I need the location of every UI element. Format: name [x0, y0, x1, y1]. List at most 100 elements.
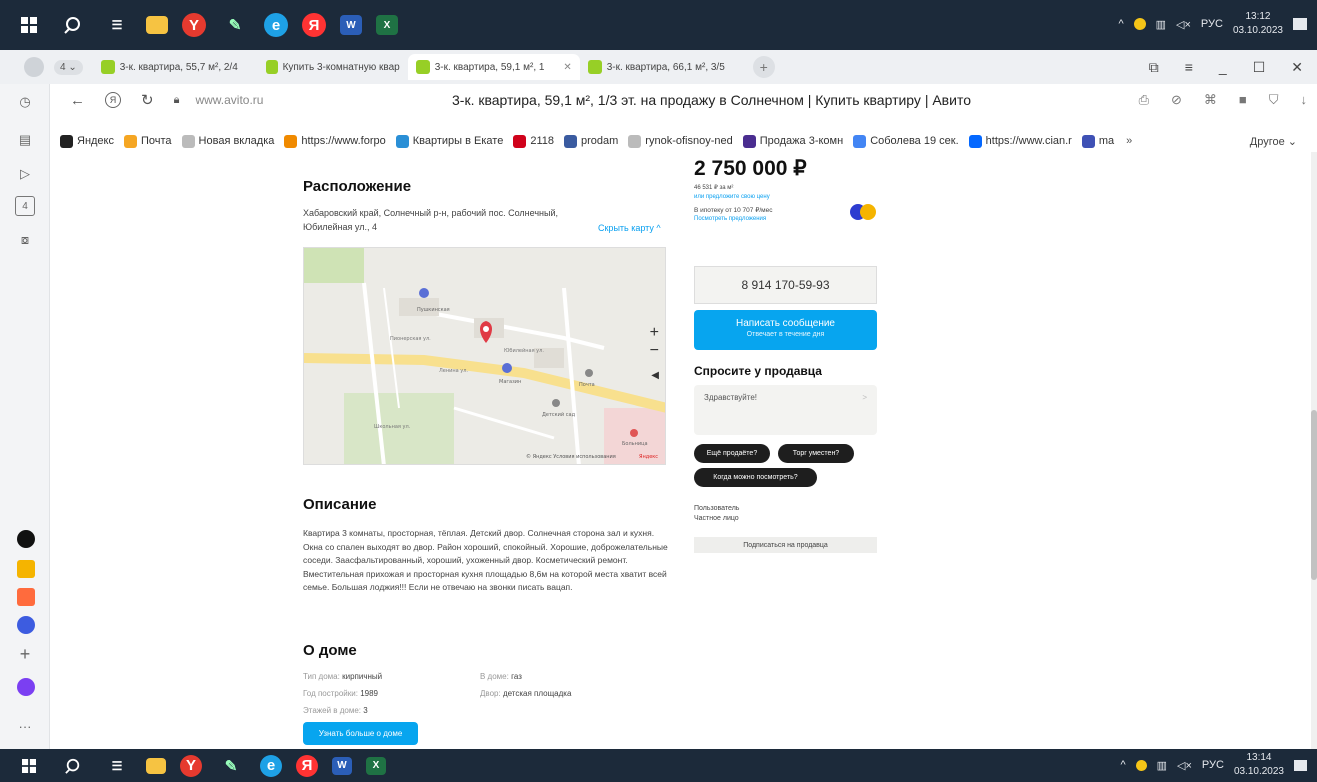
new-tab-button[interactable]: +: [752, 56, 775, 78]
quick-question-chip[interactable]: Ещё продаёте?: [694, 444, 770, 463]
tray-arrow-icon[interactable]: ^: [1120, 759, 1125, 771]
volume-icon[interactable]: ◁×: [1176, 18, 1191, 31]
yandex-app-icon[interactable]: [17, 530, 35, 548]
bookmark-item[interactable]: Почта: [124, 134, 172, 148]
bookmark-icon[interactable]: ■: [1239, 92, 1247, 108]
bookmarks-other[interactable]: Другое ⌄: [1250, 135, 1297, 148]
windows-start-icon[interactable]: [14, 751, 44, 781]
tab-3-active[interactable]: 3-к. квартира, 59,1 м², 1 ✕: [407, 54, 580, 80]
file-explorer-icon[interactable]: [146, 16, 168, 34]
mail-app-icon[interactable]: [17, 588, 35, 606]
zoom-out-button[interactable]: −: [650, 342, 659, 360]
excel-icon[interactable]: X: [376, 15, 398, 35]
more-icon[interactable]: ···: [15, 716, 35, 736]
edge-icon[interactable]: e: [264, 13, 288, 37]
network-icon[interactable]: ▥: [1156, 18, 1166, 31]
messenger-app-icon[interactable]: [17, 616, 35, 634]
tab-list-icon[interactable]: ⧉: [1149, 59, 1159, 76]
notifications-icon[interactable]: [1293, 18, 1307, 30]
download-icon[interactable]: ↓: [1301, 92, 1308, 108]
bookmark-item[interactable]: Соболева 19 сек.: [853, 134, 959, 148]
history-icon[interactable]: ◷: [15, 92, 35, 112]
reload-icon[interactable]: ↻: [141, 91, 154, 109]
yandex-icon[interactable]: Я: [296, 754, 318, 777]
task-view-icon[interactable]: ☰: [102, 10, 132, 40]
tab-1[interactable]: 3-к. квартира, 55,7 м², 2/4: [93, 54, 258, 80]
quick-question-chip[interactable]: Когда можно посмотреть?: [694, 468, 817, 487]
bookmark-item[interactable]: https://www.forpo: [284, 134, 386, 148]
house-more-button[interactable]: Узнать больше о доме: [303, 722, 418, 745]
tray-app-icon[interactable]: [1133, 18, 1146, 30]
clock[interactable]: 13:12 03.10.2023: [1233, 10, 1283, 38]
bookmarks-icon[interactable]: ▤: [15, 130, 35, 150]
zoom-in-button[interactable]: +: [650, 324, 659, 342]
market-app-icon[interactable]: [17, 560, 35, 578]
volume-icon[interactable]: ◁×: [1177, 759, 1192, 772]
maximize-icon[interactable]: ☐: [1253, 59, 1266, 76]
bookmark-item[interactable]: Квартиры в Екате: [395, 134, 503, 148]
bookmarks-overflow-icon[interactable]: »: [1126, 135, 1132, 147]
close-tab-icon[interactable]: ✕: [563, 62, 571, 73]
reader-icon[interactable]: ⎙: [1139, 92, 1149, 108]
search-icon[interactable]: [58, 10, 88, 40]
bookmark-item[interactable]: Продажа 3-комн: [742, 134, 843, 148]
add-app-icon[interactable]: +: [15, 644, 35, 664]
map[interactable]: Пушкинская Магазин Почта Детский сад Бол…: [303, 247, 666, 465]
ask-seller-input[interactable]: Здравствуйте! >: [694, 385, 877, 435]
word-icon[interactable]: W: [332, 756, 352, 775]
quick-question-chip[interactable]: Торг уместен?: [778, 444, 854, 463]
extension-icon[interactable]: ⌘: [1204, 92, 1217, 108]
task-view-icon[interactable]: ☰: [102, 751, 132, 781]
map-attribution[interactable]: © Яндекс Условия использования: [526, 453, 616, 460]
protect-icon[interactable]: ⛉: [1269, 92, 1279, 108]
translate-icon[interactable]: ⊘: [1171, 92, 1182, 108]
tab-count-icon[interactable]: 4: [15, 196, 35, 216]
minimize-icon[interactable]: _: [1219, 59, 1227, 75]
search-icon[interactable]: [58, 751, 88, 781]
yandex-browser-icon[interactable]: Y: [182, 13, 206, 37]
edge-icon[interactable]: e: [260, 754, 282, 777]
yandex-icon[interactable]: Я: [302, 13, 326, 37]
windows-start-icon[interactable]: [14, 10, 44, 40]
menu-icon[interactable]: ≡: [1185, 59, 1193, 75]
screenshot-icon[interactable]: ⧇: [15, 230, 35, 250]
bookmark-item[interactable]: 2118: [513, 134, 554, 148]
tray-app-icon[interactable]: [1135, 759, 1147, 771]
bookmark-item[interactable]: https://www.cian.r: [968, 134, 1072, 148]
phone-button[interactable]: 8 914 170-59-93: [694, 266, 877, 304]
send-icon[interactable]: >: [862, 393, 867, 402]
bookmark-item[interactable]: Яндекс: [60, 134, 114, 148]
language-indicator[interactable]: РУС: [1201, 18, 1223, 30]
clock[interactable]: 13:14 03.10.2023: [1234, 751, 1284, 779]
tab-4[interactable]: 3-к. квартира, 66,1 м², 3/5: [580, 54, 745, 80]
notifications-icon[interactable]: [1294, 759, 1307, 771]
offer-price-link[interactable]: или предложите свою цену: [694, 193, 770, 202]
hide-map-link[interactable]: Скрыть карту ^: [598, 221, 661, 235]
excel-icon[interactable]: X: [366, 756, 386, 775]
bookmark-item[interactable]: prodam: [564, 134, 618, 148]
page-scrollbar[interactable]: [1311, 152, 1317, 749]
locate-icon[interactable]: ◀: [651, 370, 659, 381]
bookmark-item[interactable]: ma: [1081, 134, 1114, 148]
close-window-icon[interactable]: ✕: [1291, 59, 1303, 76]
media-icon[interactable]: ▷: [15, 164, 35, 184]
subscribe-seller-button[interactable]: Подписаться на продавца: [694, 537, 877, 553]
back-icon[interactable]: ←: [70, 92, 85, 109]
alice-app-icon[interactable]: [17, 678, 35, 696]
app-icon[interactable]: ✎: [216, 751, 246, 781]
bookmark-item[interactable]: Новая вкладка: [181, 134, 274, 148]
network-icon[interactable]: ▥: [1157, 759, 1167, 772]
word-icon[interactable]: W: [340, 15, 362, 35]
language-indicator[interactable]: РУС: [1202, 759, 1224, 771]
tray-arrow-icon[interactable]: ^: [1118, 18, 1123, 30]
bookmark-item[interactable]: rynok-ofisnoy-ned: [628, 134, 733, 148]
profile-icon[interactable]: [24, 57, 44, 77]
yandex-logo-icon[interactable]: Я: [105, 92, 121, 108]
yandex-browser-icon[interactable]: Y: [180, 754, 202, 777]
mortgage-link[interactable]: Посмотреть предложения: [694, 215, 766, 224]
scrollbar-thumb[interactable]: [1311, 410, 1317, 580]
url-field[interactable]: www.avito.ru: [195, 93, 263, 107]
file-explorer-icon[interactable]: [146, 757, 166, 774]
write-message-button[interactable]: Написать сообщение Отвечает в течение дн…: [694, 310, 877, 350]
app-icon[interactable]: ✎: [220, 10, 250, 40]
